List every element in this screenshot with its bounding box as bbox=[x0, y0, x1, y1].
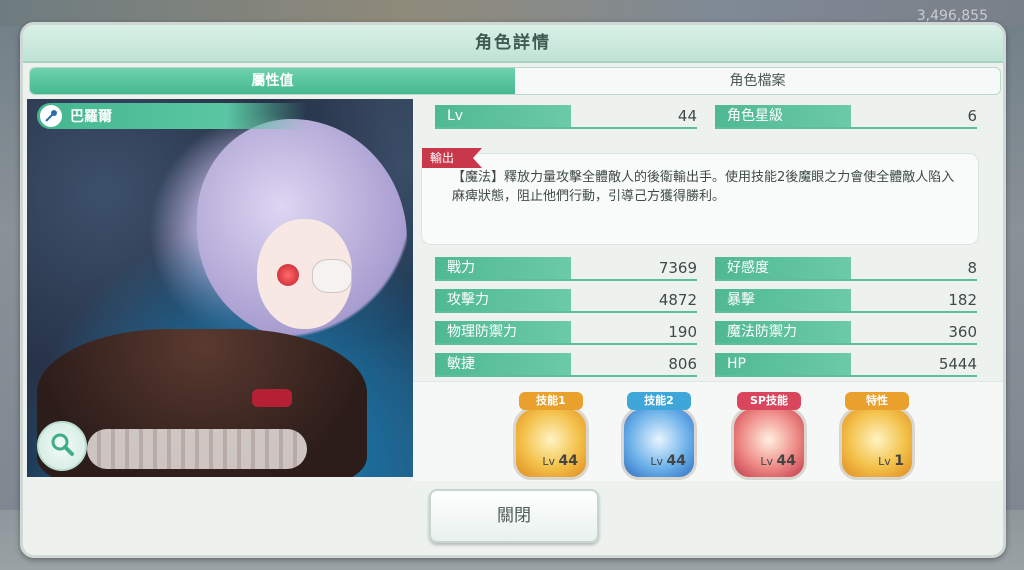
character-name-banner: 巴羅爾 bbox=[37, 103, 307, 129]
trait-icon: Lv 1 bbox=[839, 406, 915, 480]
trait[interactable]: Lv 1 特性 bbox=[837, 392, 917, 480]
character-detail-dialog: 角色詳情 屬性值 角色檔案 巴羅爾 Lv 44 角色星級 6 輸出 【魔法】釋放… bbox=[20, 22, 1006, 558]
skill-1[interactable]: Lv 44 技能1 bbox=[511, 392, 591, 480]
role-tag: 輸出 bbox=[422, 148, 482, 168]
skill-level: Lv 44 bbox=[760, 453, 796, 469]
skill-sp[interactable]: Lv 44 SP技能 bbox=[729, 392, 809, 480]
stats-panel: Lv 44 角色星級 6 輸出 【魔法】釋放力量攻擊全體敵人的後衛輸出手。使用技… bbox=[417, 99, 989, 383]
stat-value: 360 bbox=[948, 323, 977, 341]
stat-label: 好感度 bbox=[715, 257, 851, 279]
stat-label: 戰力 bbox=[435, 257, 571, 279]
stat-label: 物理防禦力 bbox=[435, 321, 571, 343]
skills-row: Lv 44 技能1 Lv 44 技能2 Lv 44 SP技能 Lv 1 特性 bbox=[413, 381, 1003, 481]
tab-bar: 屬性值 角色檔案 bbox=[29, 67, 1001, 95]
dialog-title: 角色詳情 bbox=[23, 25, 1003, 63]
skill-level: Lv 44 bbox=[542, 453, 578, 469]
tab-attributes[interactable]: 屬性值 bbox=[30, 68, 515, 94]
stat-label: 暴擊 bbox=[715, 289, 851, 311]
skill-1-icon: Lv 44 bbox=[513, 406, 589, 480]
stat-value: 806 bbox=[668, 355, 697, 373]
stat-magic-defense: 魔法防禦力 360 bbox=[715, 321, 977, 345]
sp-skill-icon: Lv 44 bbox=[731, 406, 807, 480]
skill-2[interactable]: Lv 44 技能2 bbox=[619, 392, 699, 480]
stat-power: 戰力 7369 bbox=[435, 257, 697, 281]
stat-attack: 攻擊力 4872 bbox=[435, 289, 697, 313]
wand-icon bbox=[40, 105, 62, 127]
tab-profile[interactable]: 角色檔案 bbox=[515, 68, 1000, 94]
skill-2-icon: Lv 44 bbox=[621, 406, 697, 480]
skill-label: SP技能 bbox=[737, 392, 801, 410]
zoom-button[interactable] bbox=[37, 421, 87, 471]
stat-level: Lv 44 bbox=[435, 105, 697, 129]
stat-value: 8 bbox=[967, 259, 977, 277]
stat-value: 4872 bbox=[658, 291, 697, 309]
stat-label: 攻擊力 bbox=[435, 289, 571, 311]
skill-level: Lv 1 bbox=[878, 453, 904, 469]
skill-label: 技能1 bbox=[519, 392, 583, 410]
role-description: 【魔法】釋放力量攻擊全體敵人的後衛輸出手。使用技能2後魔眼之力會使全體敵人陷入麻… bbox=[452, 170, 955, 204]
stat-value: 7369 bbox=[658, 259, 697, 277]
stat-label: 敏捷 bbox=[435, 353, 571, 375]
stat-label: 魔法防禦力 bbox=[715, 321, 851, 343]
skill-label: 特性 bbox=[845, 392, 909, 410]
stat-label: HP bbox=[715, 353, 851, 375]
character-artwork bbox=[27, 99, 413, 477]
stat-agility: 敏捷 806 bbox=[435, 353, 697, 377]
skill-level: Lv 44 bbox=[650, 453, 686, 469]
stat-star-rank: 角色星級 6 bbox=[715, 105, 977, 129]
role-description-box: 輸出 【魔法】釋放力量攻擊全體敵人的後衛輸出手。使用技能2後魔眼之力會使全體敵人… bbox=[421, 148, 979, 245]
character-name: 巴羅爾 bbox=[70, 109, 112, 125]
stat-value: 5444 bbox=[938, 355, 977, 373]
magnifier-icon bbox=[49, 431, 75, 461]
stat-value: 44 bbox=[677, 107, 697, 125]
stat-value: 182 bbox=[948, 291, 977, 309]
stat-value: 6 bbox=[967, 107, 977, 125]
skill-label: 技能2 bbox=[627, 392, 691, 410]
stat-label: 角色星級 bbox=[715, 105, 851, 127]
stat-affection: 好感度 8 bbox=[715, 257, 977, 281]
stat-value: 190 bbox=[668, 323, 697, 341]
close-button[interactable]: 關閉 bbox=[429, 489, 599, 543]
stat-critical: 暴擊 182 bbox=[715, 289, 977, 313]
stat-label: Lv bbox=[435, 105, 571, 127]
stat-physical-defense: 物理防禦力 190 bbox=[435, 321, 697, 345]
stat-hp: HP 5444 bbox=[715, 353, 977, 377]
